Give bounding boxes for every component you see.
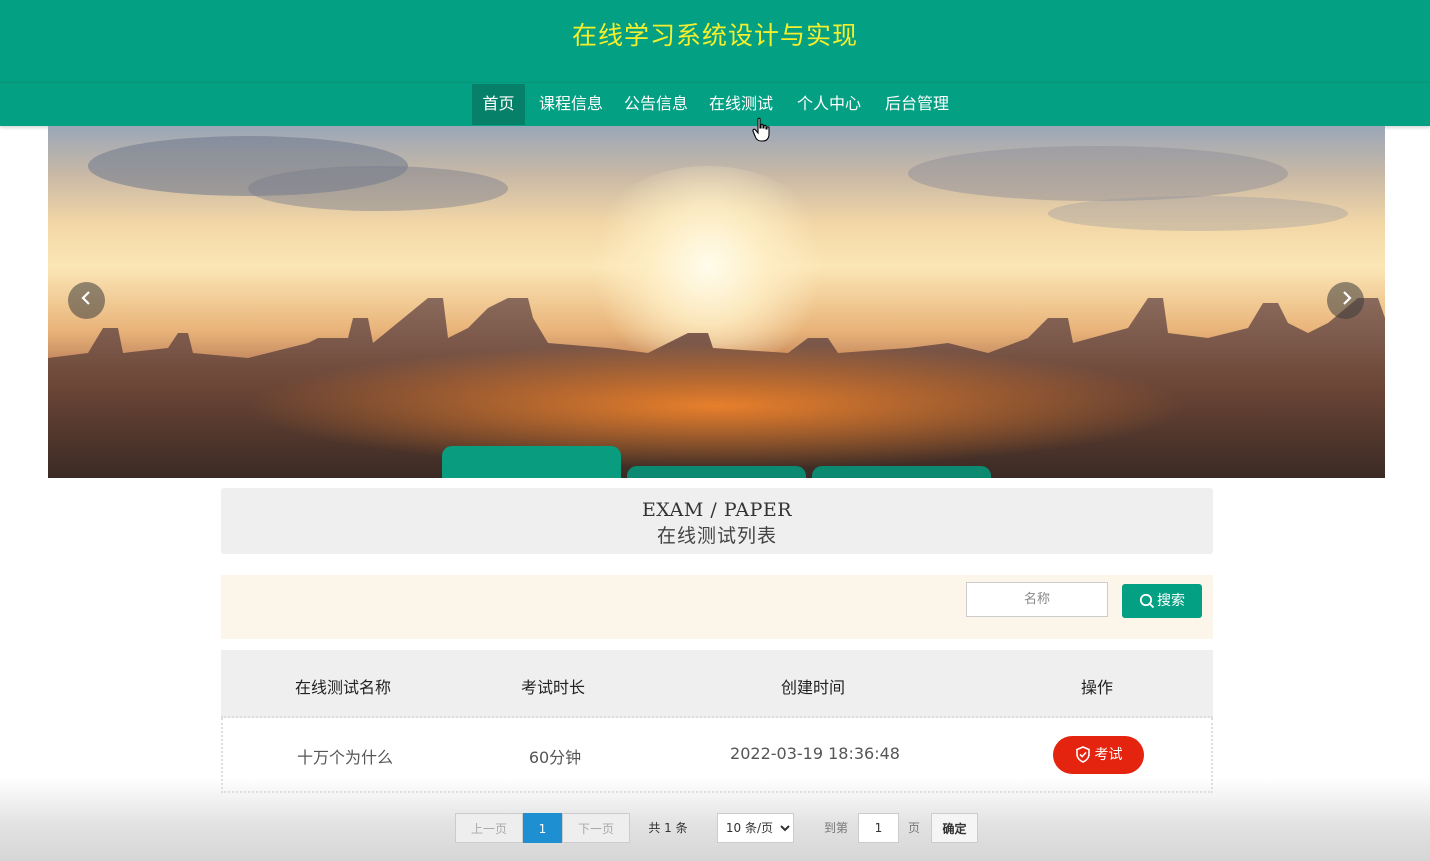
banner-indicator-3[interactable] [812,466,991,478]
nav-item-admin[interactable]: 后台管理 [879,84,955,125]
search-icon [1139,593,1155,609]
column-header-name: 在线测试名称 [294,678,391,697]
search-input[interactable] [966,582,1108,617]
banner-next-button[interactable] [1327,282,1364,319]
pagination-goto-input[interactable] [858,813,899,843]
pagination-page-current[interactable]: 1 [523,813,562,843]
banner-cloud [1048,196,1348,231]
take-exam-button[interactable]: 考试 [1053,736,1144,774]
banner-cloud [248,166,508,211]
search-button-label: 搜索 [1157,593,1185,609]
table-header: 在线测试名称 考试时长 创建时间 操作 [221,650,1213,718]
nav-item-personal-center[interactable]: 个人中心 [791,84,867,125]
section-title: EXAM / PAPER 在线测试列表 [221,488,1213,554]
banner-city-skyline [48,298,1385,478]
nav-item-notices[interactable]: 公告信息 [618,84,694,125]
site-header: 在线学习系统设计与实现 [0,0,1430,82]
nav-item-courses[interactable]: 课程信息 [533,84,609,125]
cell-exam-name: 十万个为什么 [296,748,393,767]
column-header-created: 创建时间 [780,678,845,697]
pagination-goto-label: 到第 [823,821,848,835]
site-title: 在线学习系统设计与实现 [571,21,858,50]
exam-table: 在线测试名称 考试时长 创建时间 操作 十万个为什么 60分钟 2022-03-… [221,650,1213,793]
main-nav: 首页 课程信息 公告信息 在线测试 个人中心 后台管理 [0,82,1430,126]
pagination-page-unit: 页 [907,821,920,835]
bottom-fade-overlay [0,778,1430,861]
column-header-action: 操作 [1080,678,1113,697]
column-header-duration: 考试时长 [520,678,585,697]
pagination-confirm-button[interactable]: 确定 [931,813,978,843]
section-title-en: EXAM / PAPER [641,499,793,521]
pagination-page-size-select[interactable]: 10 条/页 [717,813,794,843]
banner-indicator-2[interactable] [627,466,806,478]
banner-prev-button[interactable] [68,282,105,319]
search-bar: 搜索 [221,575,1213,639]
chevron-left-icon [80,291,90,305]
nav-item-home[interactable]: 首页 [472,84,525,125]
banner-cloud [908,146,1288,201]
cell-exam-created: 2022-03-19 18:36:48 [730,744,900,763]
shield-check-icon [1075,746,1090,763]
cell-exam-duration: 60分钟 [528,748,582,767]
search-button[interactable]: 搜索 [1122,584,1202,618]
banner-carousel[interactable] [48,126,1385,478]
pagination-prev-button[interactable]: 上一页 [455,813,523,843]
banner-indicator-1[interactable] [442,446,621,478]
hand-cursor-icon [752,117,770,142]
pagination-next-button[interactable]: 下一页 [562,813,630,843]
pagination-total: 共 1 条 [648,821,688,835]
take-exam-label: 考试 [1094,747,1123,763]
section-title-cn: 在线测试列表 [656,525,777,547]
chevron-right-icon [1342,291,1352,305]
